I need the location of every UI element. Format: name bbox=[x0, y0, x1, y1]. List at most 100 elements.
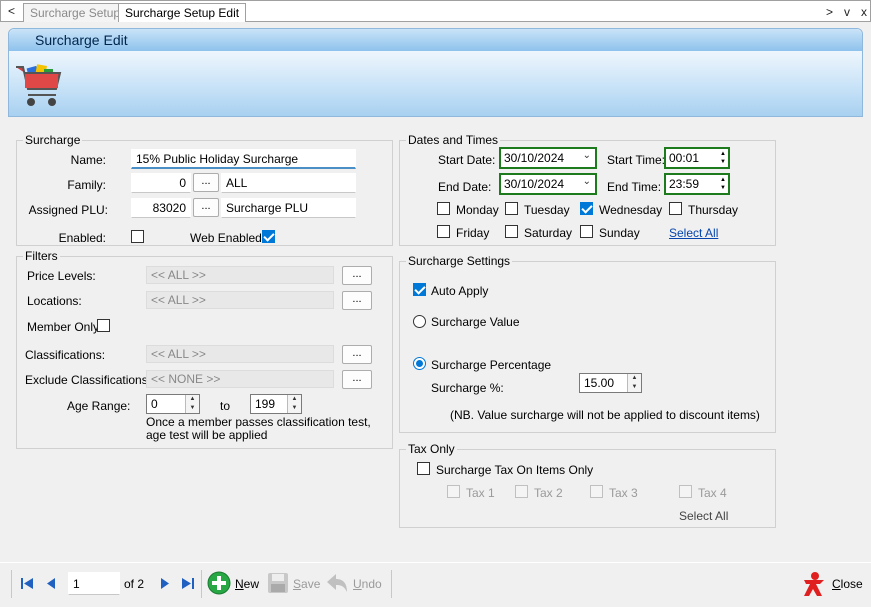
toolbar-separator bbox=[201, 570, 202, 598]
shopping-cart-icon bbox=[16, 64, 62, 106]
age-note-line2: age test will be applied bbox=[146, 428, 268, 442]
thursday-checkbox[interactable] bbox=[669, 202, 682, 215]
sunday-checkbox[interactable] bbox=[580, 225, 593, 238]
tax3-checkbox[interactable] bbox=[590, 485, 603, 498]
tab-menu-button[interactable]: v bbox=[844, 5, 850, 19]
last-record-icon[interactable] bbox=[181, 577, 195, 590]
new-button[interactable]: New bbox=[207, 571, 263, 597]
close-access-key: C bbox=[832, 577, 841, 591]
auto-apply-label: Auto Apply bbox=[431, 284, 489, 298]
tax-items-only-label: Surcharge Tax On Items Only bbox=[436, 463, 594, 477]
age-to-spin-arrows-icon[interactable]: ▲ ▼ bbox=[287, 395, 301, 413]
toolbar-separator bbox=[391, 570, 392, 598]
new-access-key: N bbox=[235, 577, 244, 591]
plu-browse-button[interactable]: ... bbox=[193, 198, 219, 217]
member-only-label: Member Only bbox=[27, 320, 100, 334]
days-select-all-link[interactable]: Select All bbox=[669, 226, 718, 240]
enabled-checkbox[interactable] bbox=[131, 230, 144, 243]
monday-checkbox[interactable] bbox=[437, 202, 450, 215]
close-button[interactable]: Close bbox=[800, 570, 864, 598]
chevron-down-icon[interactable]: ⌄ bbox=[583, 176, 591, 187]
wednesday-checkbox[interactable] bbox=[580, 202, 593, 215]
member-only-checkbox[interactable] bbox=[97, 319, 110, 332]
start-time-picker[interactable]: 00:01 ▲ ▼ bbox=[664, 147, 730, 169]
save-label: ave bbox=[301, 577, 321, 591]
assigned-plu-label: Assigned PLU: bbox=[28, 203, 108, 217]
tab-scroll-left-button[interactable]: < bbox=[8, 4, 15, 18]
tax4-label: Tax 4 bbox=[698, 486, 727, 500]
exclude-classifications-label: Exclude Classifications: bbox=[25, 373, 152, 387]
end-time-value: 23:59 bbox=[669, 177, 700, 191]
price-levels-browse-button[interactable]: ... bbox=[342, 266, 372, 285]
tuesday-label: Tuesday bbox=[524, 203, 570, 217]
age-to-spinner[interactable]: 199 ▲ ▼ bbox=[250, 394, 302, 414]
tax1-label: Tax 1 bbox=[466, 486, 495, 500]
family-browse-button[interactable]: ... bbox=[193, 173, 219, 192]
end-time-spin-arrows-icon[interactable]: ▲ ▼ bbox=[720, 176, 726, 192]
surcharge-value-radio[interactable] bbox=[413, 315, 426, 328]
price-levels-label: Price Levels: bbox=[27, 269, 96, 283]
locations-label: Locations: bbox=[27, 294, 82, 308]
close-label: lose bbox=[840, 577, 863, 591]
saturday-label: Saturday bbox=[524, 226, 573, 240]
tab-surcharge-setup[interactable]: Surcharge Setup bbox=[23, 3, 128, 22]
start-time-value: 00:01 bbox=[669, 151, 700, 165]
tax2-checkbox[interactable] bbox=[515, 485, 528, 498]
filters-group-title: Filters bbox=[23, 249, 60, 263]
page-number-input[interactable]: 1 bbox=[68, 572, 120, 595]
enabled-label: Enabled: bbox=[58, 231, 106, 245]
exclude-classifications-browse-button[interactable]: ... bbox=[342, 370, 372, 389]
chevron-down-icon[interactable]: ⌄ bbox=[583, 150, 591, 161]
family-code-input[interactable]: 0 bbox=[131, 173, 191, 193]
close-figure-icon bbox=[804, 572, 824, 596]
add-icon bbox=[207, 571, 231, 595]
save-access-key: S bbox=[293, 577, 302, 591]
age-to-value: 199 bbox=[255, 397, 276, 411]
save-button[interactable]: Save bbox=[267, 571, 323, 597]
surcharge-value-label: Surcharge Value bbox=[431, 315, 520, 329]
new-label: ew bbox=[243, 577, 260, 591]
tuesday-checkbox[interactable] bbox=[505, 202, 518, 215]
web-enabled-checkbox[interactable] bbox=[262, 230, 275, 243]
previous-record-icon[interactable] bbox=[46, 577, 56, 590]
age-from-spinner[interactable]: 0 ▲ ▼ bbox=[146, 394, 200, 414]
tab-close-button[interactable]: x bbox=[861, 5, 867, 19]
surcharge-percent-spin-arrows-icon[interactable]: ▲ ▼ bbox=[627, 374, 641, 392]
start-date-picker[interactable]: 30/10/2024 ⌄ bbox=[499, 147, 597, 169]
auto-apply-checkbox[interactable] bbox=[413, 283, 426, 296]
friday-checkbox[interactable] bbox=[437, 225, 450, 238]
age-range-label: Age Range: bbox=[67, 399, 131, 413]
start-date-label: Start Date: bbox=[438, 153, 496, 167]
price-levels-field: << ALL >> bbox=[146, 266, 334, 284]
tax-items-only-checkbox[interactable] bbox=[417, 462, 430, 475]
family-name-field: ALL bbox=[221, 173, 356, 193]
surcharge-percent-value: 15.00 bbox=[584, 376, 615, 390]
age-from-spin-arrows-icon[interactable]: ▲ ▼ bbox=[185, 395, 199, 413]
classifications-browse-button[interactable]: ... bbox=[342, 345, 372, 364]
plu-code-input[interactable]: 83020 bbox=[131, 198, 191, 218]
end-date-value: 30/10/2024 bbox=[504, 177, 565, 191]
dates-group-title: Dates and Times bbox=[406, 133, 501, 147]
end-time-picker[interactable]: 23:59 ▲ ▼ bbox=[664, 173, 730, 195]
tab-scroll-right-button[interactable]: > bbox=[826, 5, 833, 19]
sunday-label: Sunday bbox=[599, 226, 640, 240]
surcharge-percentage-label: Surcharge Percentage bbox=[431, 358, 552, 372]
start-time-spin-arrows-icon[interactable]: ▲ ▼ bbox=[720, 150, 726, 166]
undo-access-key: U bbox=[353, 577, 362, 591]
next-record-icon[interactable] bbox=[160, 577, 170, 590]
first-record-icon[interactable] bbox=[20, 577, 34, 590]
locations-field: << ALL >> bbox=[146, 291, 334, 309]
tax1-checkbox[interactable] bbox=[447, 485, 460, 498]
tax4-checkbox[interactable] bbox=[679, 485, 692, 498]
end-time-label: End Time: bbox=[607, 180, 662, 194]
end-date-picker[interactable]: 30/10/2024 ⌄ bbox=[499, 173, 597, 195]
name-input[interactable]: 15% Public Holiday Surcharge bbox=[131, 149, 356, 169]
saturday-checkbox[interactable] bbox=[505, 225, 518, 238]
tab-surcharge-setup-edit[interactable]: Surcharge Setup Edit bbox=[118, 3, 247, 22]
surcharge-percentage-radio[interactable] bbox=[413, 357, 426, 370]
undo-button[interactable]: Undo bbox=[325, 571, 385, 597]
locations-browse-button[interactable]: ... bbox=[342, 291, 372, 310]
page-title: Surcharge Edit bbox=[9, 29, 862, 51]
surcharge-percent-spinner[interactable]: 15.00 ▲ ▼ bbox=[579, 373, 642, 393]
tax2-label: Tax 2 bbox=[534, 486, 563, 500]
